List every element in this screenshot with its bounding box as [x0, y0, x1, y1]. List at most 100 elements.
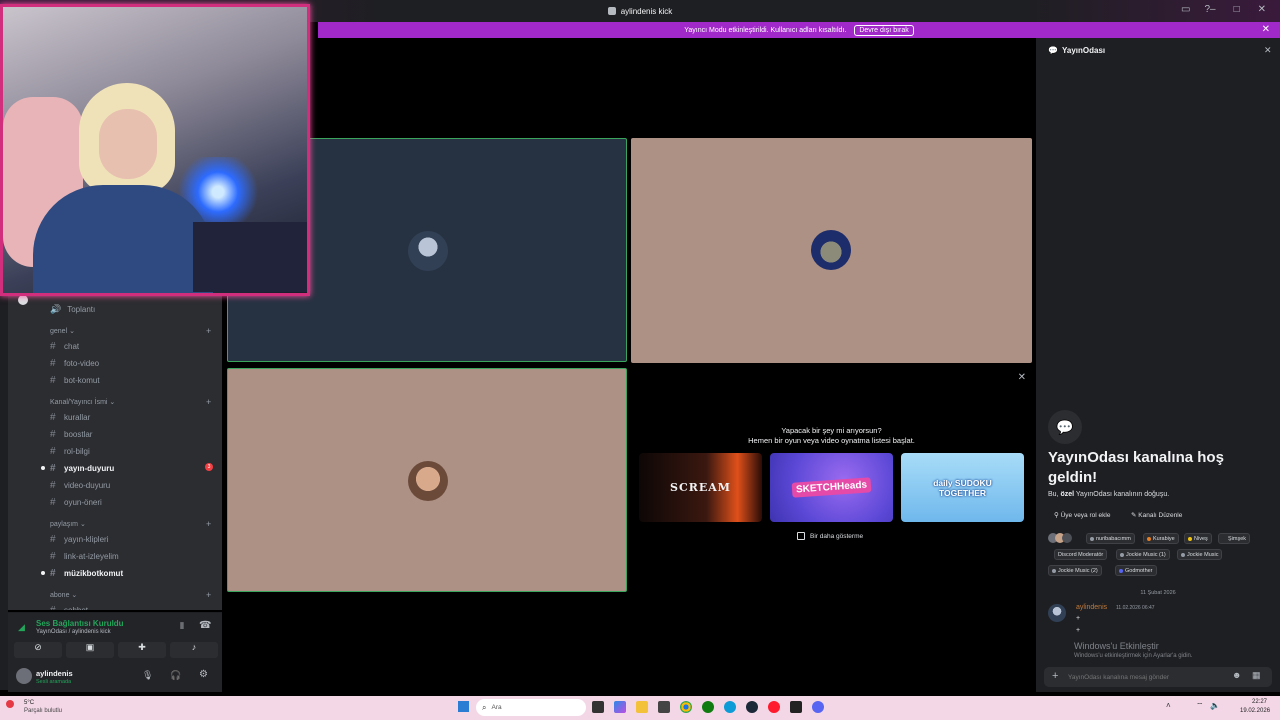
- category-kanal[interactable]: Kanal/Yayıncı İsmi ⌄ +: [50, 397, 211, 407]
- hash-icon: #: [50, 480, 56, 491]
- channel-video-duyuru[interactable]: # video-duyuru: [50, 480, 110, 491]
- disable-streamer-mode-button[interactable]: Devre dışı bırak: [854, 24, 914, 36]
- soundboard-button[interactable]: ♪: [170, 642, 218, 658]
- weather-temp[interactable]: 5°C: [24, 700, 34, 706]
- weather-desc[interactable]: Parçalı bulutlu: [24, 708, 62, 714]
- app-launcher-icon[interactable]: ▦: [1252, 670, 1261, 681]
- username[interactable]: aylindenis: [36, 669, 73, 678]
- role-tag[interactable]: Jockie Music (1): [1116, 549, 1170, 560]
- mention-badge: 3: [205, 463, 213, 471]
- tray-chevron-icon[interactable]: ˄: [1166, 701, 1171, 710]
- edge-icon[interactable]: [724, 701, 736, 713]
- file-explorer-icon[interactable]: [636, 701, 648, 713]
- weather-icon[interactable]: [6, 700, 14, 708]
- role-tag[interactable]: Jockie Music: [1177, 549, 1223, 560]
- channel-bot-komut[interactable]: # bot-komut: [50, 375, 100, 386]
- avatar[interactable]: [16, 668, 32, 684]
- channel-link-at-izleyelim[interactable]: # link-at-izleyelim: [50, 551, 119, 562]
- dont-show-again[interactable]: Bir daha gösterme: [797, 532, 863, 540]
- maximize-button[interactable]: □: [1234, 4, 1240, 15]
- copilot-icon[interactable]: [614, 701, 626, 713]
- participant-tile[interactable]: [631, 138, 1032, 363]
- role-tag[interactable]: Şimşek: [1218, 533, 1251, 544]
- voice-status[interactable]: Ses Bağlantısı Kuruldu: [36, 619, 124, 628]
- channel-muzikbotkomut[interactable]: # müzikbotkomut: [41, 568, 123, 579]
- store-icon[interactable]: [658, 701, 670, 713]
- discord-taskbar-icon[interactable]: [812, 701, 824, 713]
- taskbar-search[interactable]: ⌕ Ara: [476, 699, 586, 716]
- screen-icon[interactable]: ▭: [1181, 4, 1190, 15]
- close-banner-icon[interactable]: ✕: [1262, 24, 1270, 35]
- minimize-button[interactable]: –: [1210, 4, 1216, 15]
- chrome-icon[interactable]: [680, 701, 692, 713]
- category-genel[interactable]: genel ⌄ +: [50, 326, 211, 336]
- checkbox[interactable]: [797, 532, 805, 540]
- clock-date[interactable]: 19.02.2026: [1240, 708, 1270, 714]
- add-members-button[interactable]: ⚲ Üye veya rol ekle: [1054, 511, 1110, 519]
- channel-yayin-duyuru[interactable]: # yayın-duyuru: [41, 463, 114, 474]
- activity-launcher: ✕ Yapacak bir şey mi arıyorsun? Hemen bi…: [631, 368, 1032, 592]
- role-tag[interactable]: nuribabacımm: [1086, 533, 1135, 544]
- add-channel-icon[interactable]: +: [206, 590, 211, 600]
- role-tag[interactable]: Niveş: [1184, 533, 1212, 544]
- role-tag[interactable]: Jockie Music (2): [1048, 565, 1102, 576]
- channel-sohbet[interactable]: #sohbet: [50, 605, 88, 610]
- participant-tile[interactable]: [227, 368, 627, 592]
- role-tag[interactable]: Godmother: [1115, 565, 1157, 576]
- channel-yayin-klipleri[interactable]: # yayın-klipleri: [50, 534, 108, 545]
- edit-channel-button[interactable]: ✎ Kanalı Düzenle: [1131, 511, 1182, 519]
- message-author[interactable]: aylindenis: [1076, 604, 1107, 611]
- game-card-sudoku[interactable]: daily SUDOKU TOGETHER: [901, 453, 1024, 522]
- channel-kurallar[interactable]: # kurallar: [50, 412, 90, 423]
- hash-icon: #: [50, 534, 56, 545]
- microphone-icon[interactable]: 🎙: [142, 670, 153, 681]
- disconnect-icon[interactable]: ☎: [199, 620, 211, 631]
- voice-channel-toplanti[interactable]: 🔊 Toplantı: [50, 304, 95, 315]
- channel-boostlar[interactable]: # boostlar: [50, 429, 92, 440]
- xbox-icon[interactable]: [702, 701, 714, 713]
- epic-games-icon[interactable]: [790, 701, 802, 713]
- volume-icon[interactable]: 🔈: [1210, 701, 1220, 710]
- channel-oyun-oneri[interactable]: # oyun-öneri: [50, 497, 102, 508]
- close-window-button[interactable]: ✕: [1258, 4, 1266, 15]
- server-rail: [0, 290, 8, 690]
- game-card-scream[interactable]: SCREAM: [639, 453, 762, 522]
- voice-location[interactable]: YayınOdası / aylindenis kick: [36, 629, 111, 635]
- role-dot: [1090, 536, 1094, 541]
- role-tag[interactable]: Kurabiye: [1143, 533, 1179, 544]
- add-attachment-icon[interactable]: +: [1052, 670, 1058, 682]
- channel-foto-video[interactable]: # foto-video: [50, 358, 99, 369]
- network-icon[interactable]: ⌔: [1196, 701, 1204, 711]
- role-tag[interactable]: Discord Moderatör: [1054, 549, 1108, 560]
- opera-icon[interactable]: [768, 701, 780, 713]
- noise-suppression-icon[interactable]: ⦀: [180, 621, 184, 632]
- headphones-icon[interactable]: 🎧: [170, 670, 181, 681]
- emoji-icon[interactable]: ☻: [1232, 670, 1241, 680]
- windows-taskbar: 5°C Parçalı bulutlu ⌕ Ara ˄ ⌔ 🔈 22:27 19…: [0, 696, 1280, 720]
- add-channel-icon[interactable]: +: [206, 326, 211, 336]
- clock-time[interactable]: 22:27: [1252, 699, 1267, 705]
- hash-icon: #: [50, 605, 58, 610]
- camera-off-button[interactable]: ⊘: [14, 642, 62, 658]
- channel-rol-bilgi[interactable]: # rol-bilgi: [50, 446, 90, 457]
- desk: [193, 222, 307, 292]
- channel-chat[interactable]: # chat: [50, 341, 79, 352]
- message-input[interactable]: [1068, 670, 1218, 684]
- gear-icon[interactable]: ⚙: [199, 669, 208, 680]
- screen-share-button[interactable]: ▣: [66, 642, 114, 658]
- message-avatar[interactable]: [1048, 604, 1066, 622]
- task-view-icon[interactable]: [592, 701, 604, 713]
- game-card-sketchheads[interactable]: SKETCHHeads: [770, 453, 893, 522]
- add-channel-icon[interactable]: +: [206, 397, 211, 407]
- add-channel-icon[interactable]: +: [206, 519, 211, 529]
- steam-icon[interactable]: [746, 701, 758, 713]
- person-hoodie: [33, 185, 213, 293]
- category-abone[interactable]: abone ⌄ +: [50, 590, 211, 600]
- start-icon[interactable]: [458, 701, 469, 712]
- category-paylasim[interactable]: paylaşım ⌄ +: [50, 519, 211, 529]
- activities-button[interactable]: ✚: [118, 642, 166, 658]
- signal-icon: ◢: [18, 622, 25, 632]
- discord-logo-icon[interactable]: [18, 295, 28, 305]
- close-chat-icon[interactable]: ✕: [1264, 45, 1272, 56]
- close-activity-icon[interactable]: ✕: [1018, 372, 1026, 383]
